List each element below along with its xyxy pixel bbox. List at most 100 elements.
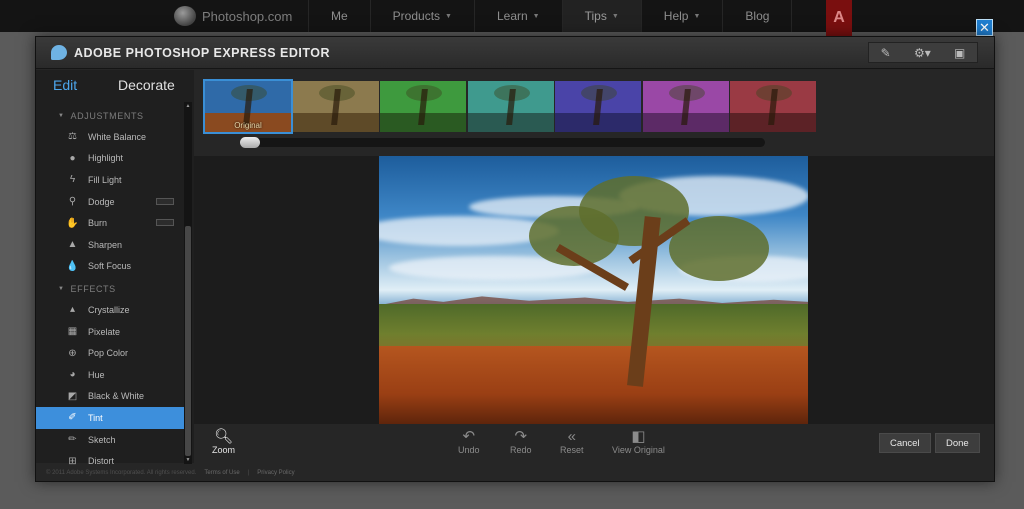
tool-pop-color[interactable]: ⊕ Pop Color [36, 342, 184, 364]
tool-label: Highlight [88, 153, 124, 164]
title-toolbar: ✎ ⚙▾ ▣ [868, 42, 978, 63]
tool-sketch[interactable]: ✏ Sketch [36, 429, 184, 451]
filmstrip-slider[interactable] [240, 137, 765, 148]
nav-tips[interactable]: Tips ▼ [561, 0, 641, 32]
privacy-link[interactable]: Privacy Policy [257, 470, 294, 476]
tool-label: Fill Light [88, 174, 122, 185]
burn-toggle[interactable] [156, 219, 174, 227]
bottom-toolbar: 🔍︎ Zoom ↶ Undo ↷ Redo « Reset ◧ View Ori… [194, 424, 994, 463]
crystal-icon: ▴ [69, 304, 76, 316]
effects-heading: EFFECTS [70, 284, 116, 295]
tint-thumbnail[interactable] [642, 81, 729, 132]
tint-filmstrip: Original [194, 70, 994, 156]
nav-me-label: Me [331, 9, 348, 23]
tab-edit[interactable]: Edit [53, 77, 77, 93]
nav-products[interactable]: Products ▼ [369, 0, 474, 32]
redo-label: Redo [510, 445, 532, 455]
dodge-icon: ⚲ [68, 196, 77, 208]
tool-tint[interactable]: ✐ Tint [36, 407, 184, 429]
gear-icon[interactable]: ⚙▾ [914, 46, 931, 60]
site-logo-text: Photoshop.com [202, 8, 293, 24]
tool-pixelate[interactable]: ▦ Pixelate [36, 321, 184, 343]
effects-section[interactable]: ▼ EFFECTS [36, 279, 184, 299]
adjustments-heading: ADJUSTMENTS [70, 111, 144, 121]
tint-thumbnail[interactable]: Original [203, 79, 293, 134]
tool-burn[interactable]: ✋ Burn [36, 212, 184, 234]
scroll-down-icon[interactable]: ▼ [184, 457, 192, 463]
express-logo-icon [51, 45, 67, 60]
photoshop-logo[interactable]: Photoshop.com [174, 6, 292, 26]
fullscreen-icon[interactable]: ▣ [954, 46, 965, 60]
adobe-logo[interactable]: A [826, 0, 852, 36]
copyright-text: © 2011 Adobe Systems Incorporated. All r… [46, 470, 197, 476]
photo-dirt [379, 346, 808, 424]
collapse-triangle-icon: ▼ [58, 113, 65, 119]
tool-list-scrollbar[interactable]: ▲ ▼ [184, 102, 192, 464]
tab-decorate[interactable]: Decorate [118, 77, 175, 93]
done-button[interactable]: Done [935, 433, 980, 453]
palette-icon: ◕ [69, 369, 76, 381]
tool-crystallize[interactable]: ▴ Crystallize [36, 299, 184, 321]
nav-learn[interactable]: Learn ▼ [473, 0, 562, 32]
dodge-toggle[interactable] [156, 197, 174, 205]
edited-photo[interactable] [379, 156, 808, 424]
tool-fill-light[interactable]: ϟ Fill Light [36, 169, 184, 191]
editor-titlebar: ADOBE PHOTOSHOP EXPRESS EDITOR ✎ ⚙▾ ▣ [36, 37, 994, 69]
burn-hand-icon: ✋ [66, 217, 79, 229]
tool-label: Tint [88, 412, 103, 423]
tool-label: Soft Focus [88, 261, 132, 272]
footer-divider: | [247, 470, 250, 476]
redo-icon: ↷ [514, 428, 528, 445]
tool-dodge[interactable]: ⚲ Dodge [36, 191, 184, 213]
eyedropper-icon: ✐ [68, 412, 77, 424]
undo-button[interactable]: ↶ Undo [458, 428, 480, 455]
chevron-down-icon: ▼ [693, 12, 701, 20]
nav-help[interactable]: Help ▼ [640, 0, 723, 32]
reset-button[interactable]: « Reset [560, 428, 584, 455]
tool-black-white[interactable]: ◩ Black & White [36, 386, 184, 408]
tint-thumbnail[interactable] [730, 81, 816, 132]
nav-me[interactable]: Me [308, 0, 370, 32]
tool-sharpen[interactable]: ▲ Sharpen [36, 234, 184, 256]
editor-footer: © 2011 Adobe Systems Incorporated. All r… [36, 465, 994, 481]
tool-label: Sharpen [88, 239, 123, 250]
chevron-down-icon: ▼ [445, 12, 452, 20]
triangle-icon: ▲ [67, 239, 78, 251]
site-header: Photoshop.com Me Products ▼ Learn ▼ Tips ▼ … [0, 0, 1024, 36]
tint-thumbnail[interactable] [467, 81, 554, 132]
tool-label: Sketch [88, 434, 116, 445]
tint-thumbnail[interactable] [555, 81, 641, 132]
tint-thumbnail[interactable] [380, 81, 466, 132]
view-original-button[interactable]: ◧ View Original [612, 428, 665, 455]
tool-white-balance[interactable]: ⚖ White Balance [36, 126, 184, 148]
undo-label: Undo [458, 445, 480, 455]
close-editor-button[interactable]: ✕ [976, 19, 993, 36]
scroll-up-icon[interactable]: ▲ [184, 103, 192, 109]
undo-icon: ↶ [462, 428, 476, 445]
cancel-button[interactable]: Cancel [879, 433, 931, 453]
nav-products-label: Products [392, 9, 441, 23]
scales-icon: ⚖ [68, 131, 77, 143]
drop-icon: 💧 [66, 260, 79, 272]
terms-link[interactable]: Terms of Use [204, 470, 239, 476]
redo-button[interactable]: ↷ Redo [510, 428, 532, 455]
filmstrip-slider-knob[interactable] [240, 137, 260, 148]
tool-hue[interactable]: ◕ Hue [36, 364, 184, 386]
thumbnail-label: Original [234, 121, 262, 130]
nav-tips-label: Tips [584, 9, 607, 23]
adjustments-section[interactable]: ▼ ADJUSTMENTS [36, 106, 184, 126]
zoom-button[interactable]: 🔍︎ Zoom [212, 428, 235, 455]
tool-highlight[interactable]: ● Highlight [36, 148, 184, 170]
tool-label: Pop Color [88, 348, 129, 359]
compare-icon: ◧ [631, 428, 646, 445]
scroll-thumb[interactable] [185, 226, 191, 456]
tint-thumbnail[interactable] [292, 81, 379, 132]
brush-icon[interactable]: ✎ [881, 46, 891, 60]
zoom-label: Zoom [212, 445, 236, 455]
tool-label: Pixelate [88, 326, 121, 337]
tool-label: Crystallize [88, 304, 130, 315]
nav-blog[interactable]: Blog [722, 0, 793, 32]
tool-soft-focus[interactable]: 💧 Soft Focus [36, 256, 184, 278]
editor-title: ADOBE PHOTOSHOP EXPRESS EDITOR [74, 46, 331, 60]
rewind-icon: « [567, 428, 576, 445]
